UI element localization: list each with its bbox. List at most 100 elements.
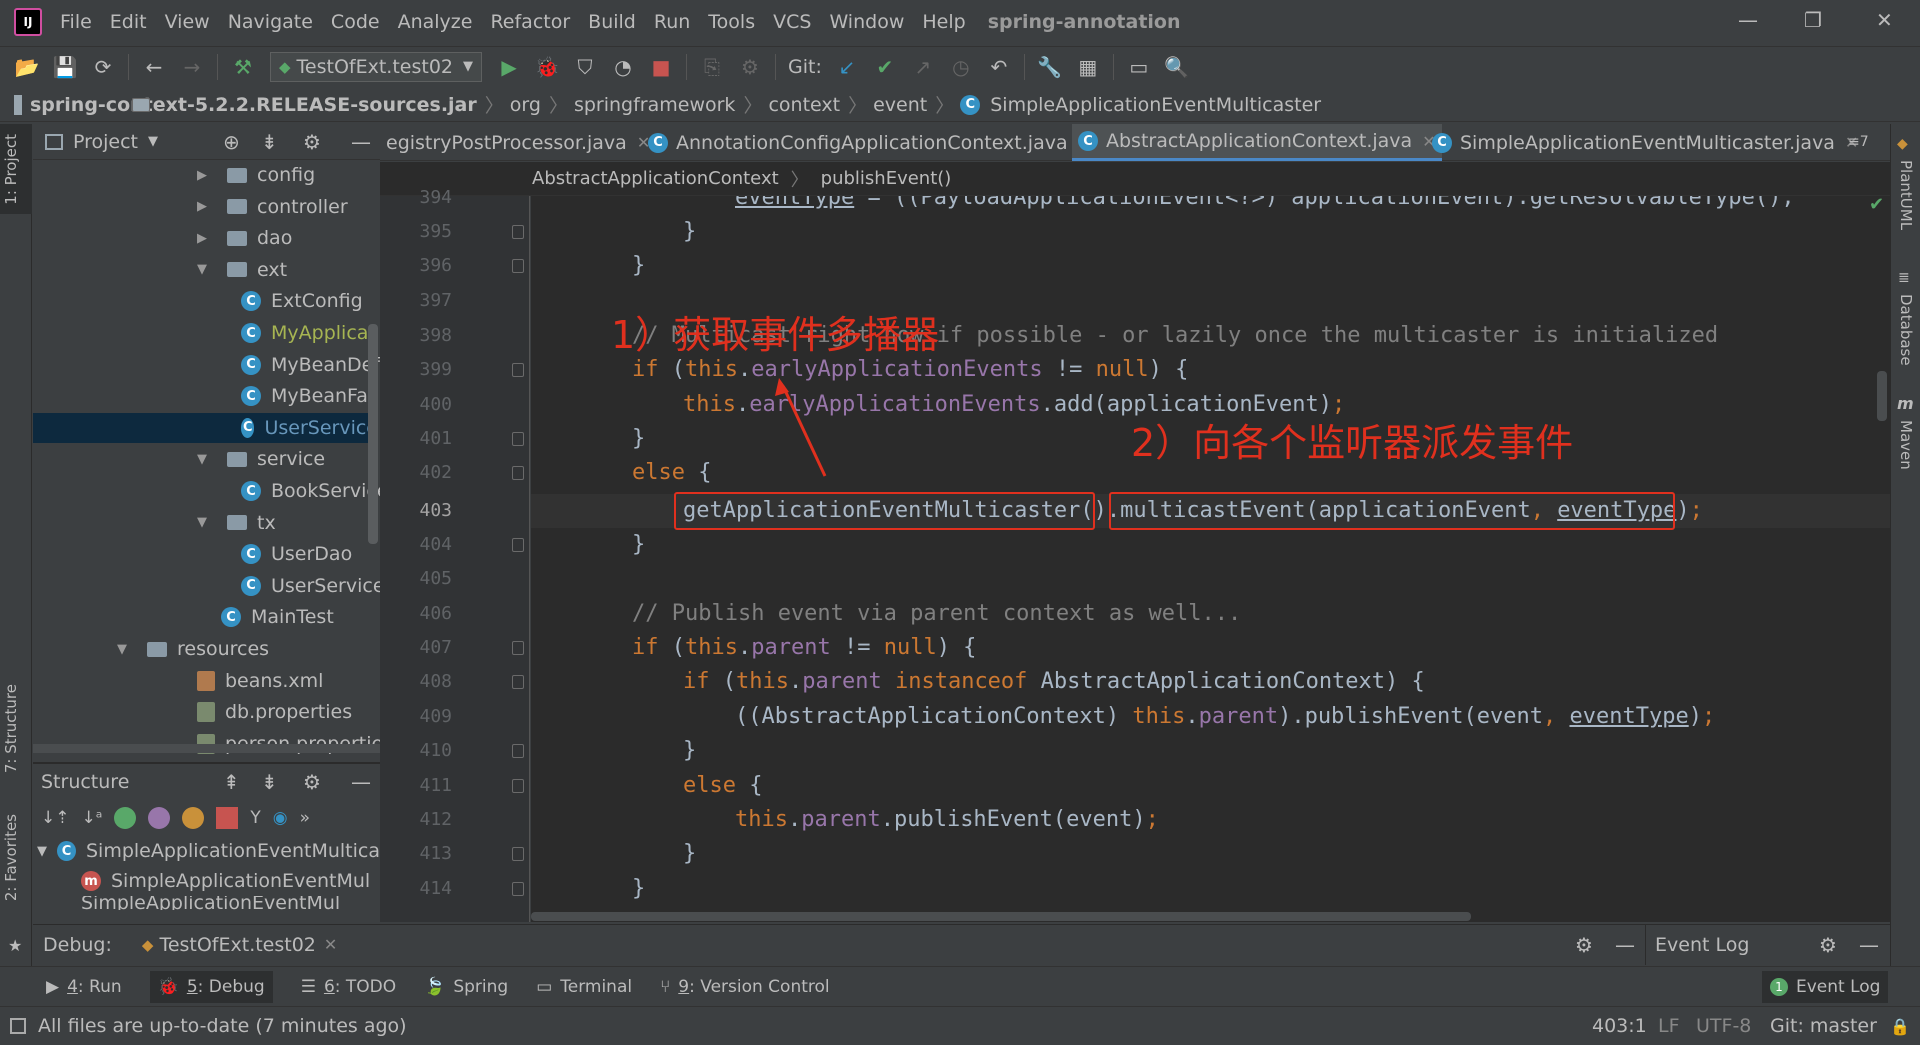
tab-registry-post-processor[interactable]: egistryPostProcessor.java ✕	[380, 124, 656, 161]
build-hammer-icon[interactable]: ⚒	[229, 53, 257, 81]
fold-marker-icon[interactable]	[512, 641, 524, 655]
tree-item[interactable]: C MyBeanFac	[241, 381, 378, 411]
structure-item[interactable]: m SimpleApplicationEventMul	[33, 866, 380, 896]
restore-icon[interactable]: ❐	[1804, 8, 1822, 32]
fold-marker-icon[interactable]	[512, 847, 524, 861]
structure-item[interactable]: ▼ C SimpleApplicationEventMultica	[33, 836, 380, 866]
menu-vcs[interactable]: VCS	[773, 11, 811, 33]
hide-icon[interactable]: —	[1615, 933, 1635, 957]
close-icon[interactable]: ✕	[324, 935, 337, 954]
tab-simple-application-event-multicaster[interactable]: C SimpleApplicationEventMulticaster.java…	[1426, 124, 1864, 161]
tool-spring[interactable]: 🍃 Spring	[424, 977, 508, 997]
run-config-select[interactable]: ◆ TestOfExt.test02 ▼	[270, 51, 483, 82]
code-h-scrollbar[interactable]	[531, 912, 1471, 921]
tree-item[interactable]: C UserService	[241, 571, 385, 601]
sort-alpha-icon[interactable]: ↓ᵃ	[82, 808, 103, 828]
chevron-right-icon[interactable]: ▶	[197, 199, 211, 214]
menu-refactor[interactable]: Refactor	[490, 11, 570, 33]
fold-marker-icon[interactable]	[512, 779, 524, 793]
history-icon[interactable]: ◷	[947, 53, 975, 81]
menu-tools[interactable]: Tools	[708, 11, 755, 33]
chevron-right-icon[interactable]: ▶	[197, 168, 211, 183]
tree-item[interactable]: ▶ config	[197, 160, 315, 190]
git-branch[interactable]: Git: master	[1770, 1015, 1877, 1037]
panel-toggle-icon[interactable]	[10, 1018, 26, 1034]
chevron-right-icon[interactable]: ▶	[197, 231, 211, 246]
tree-item[interactable]: ▼ ext	[197, 255, 287, 285]
tree-item[interactable]: ▶ controller	[197, 192, 348, 222]
event-log-button[interactable]: 1 Event Log	[1762, 970, 1889, 1003]
tree-item[interactable]: db.properties	[197, 697, 352, 727]
breadcrumb-class[interactable]: AbstractApplicationContext	[532, 168, 779, 189]
tree-item[interactable]: C MyBeanDef	[241, 350, 380, 380]
code-v-scrollbar[interactable]	[1877, 371, 1887, 421]
tab-annotation-config-application-context[interactable]: C AnnotationConfigApplicationContext.jav…	[642, 124, 1097, 161]
breadcrumb-method[interactable]: publishEvent()	[821, 168, 952, 189]
structure-item[interactable]: SimpleApplicationEventMul	[33, 896, 380, 910]
file-encoding[interactable]: UTF-8	[1696, 1015, 1751, 1037]
database-tool-tab[interactable]: Database	[1897, 294, 1915, 366]
gear-icon[interactable]: ⚙	[303, 130, 321, 154]
line-separator[interactable]: LF	[1658, 1015, 1680, 1037]
tool-todo[interactable]: ☰ 6: TODO	[301, 977, 396, 997]
fold-marker-icon[interactable]	[512, 225, 524, 239]
hide-icon[interactable]: —	[351, 770, 371, 794]
chevron-down-icon[interactable]: ▼	[117, 642, 131, 657]
tree-item[interactable]: ▼ tx	[197, 508, 276, 538]
fold-marker-icon[interactable]	[512, 432, 524, 446]
collapse-all-icon[interactable]: ⇟	[261, 770, 278, 794]
menu-help[interactable]: Help	[922, 11, 965, 33]
menu-analyze[interactable]: Analyze	[398, 11, 473, 33]
anonymous-classes-icon[interactable]: ◉	[273, 808, 288, 828]
collapse-all-icon[interactable]: ⇟	[261, 130, 278, 154]
tool-run[interactable]: ▶ 4: Run	[46, 977, 122, 997]
sort-visibility-icon[interactable]: ↓⇡	[41, 808, 70, 828]
tab-overflow-button[interactable]: ≡7	[1848, 134, 1869, 150]
tree-h-scrollbar[interactable]	[33, 744, 380, 753]
show-inherited-icon[interactable]	[114, 807, 137, 829]
more-icon[interactable]: »	[300, 808, 310, 828]
tree-scrollbar[interactable]	[368, 324, 378, 544]
crumb-org[interactable]: org	[132, 94, 541, 116]
favorites-tool-tab[interactable]: 2: Favorites	[2, 814, 20, 901]
show-properties-icon[interactable]	[148, 807, 171, 829]
debug-session-tab[interactable]: ◆ TestOfExt.test02 ✕	[142, 934, 337, 956]
crumb-context[interactable]: context	[132, 94, 840, 116]
project-structure-icon[interactable]: ▦	[1074, 53, 1102, 81]
rollback-icon[interactable]: ↶	[985, 53, 1013, 81]
fold-marker-icon[interactable]	[512, 259, 524, 273]
tree-item[interactable]: C BookService	[241, 476, 389, 506]
lock-icon[interactable]: 🔒	[1890, 1017, 1910, 1036]
tree-item[interactable]: ▶ dao	[197, 223, 292, 253]
gear-icon[interactable]: ⚙	[303, 770, 321, 794]
menu-file[interactable]: File	[60, 11, 92, 33]
chevron-down-icon[interactable]: ▼	[148, 134, 158, 149]
tree-item[interactable]: beans.xml	[197, 666, 323, 696]
terminal-icon[interactable]: ▭	[1125, 53, 1153, 81]
crumb-event[interactable]: event	[132, 94, 927, 116]
menu-view[interactable]: View	[165, 11, 210, 33]
maven-tool-tab[interactable]: Maven	[1897, 420, 1915, 470]
code-area[interactable]: eventType = ((PayloadApplicationEvent<?>…	[531, 196, 1890, 922]
run-icon[interactable]: ▶	[495, 53, 523, 81]
fold-marker-icon[interactable]	[512, 538, 524, 552]
save-icon[interactable]: 💾	[51, 53, 79, 81]
forward-icon[interactable]: →	[178, 53, 206, 81]
sync-icon[interactable]: ⟳	[89, 53, 117, 81]
chevron-down-icon[interactable]: ▼	[197, 452, 211, 467]
fold-marker-icon[interactable]	[512, 363, 524, 377]
tree-item[interactable]: C ExtConfig	[241, 286, 363, 316]
search-icon[interactable]: 🔍	[1163, 53, 1191, 81]
menu-edit[interactable]: Edit	[110, 11, 147, 33]
minimize-icon[interactable]: —	[1738, 8, 1758, 32]
tree-item[interactable]: ▼ resources	[117, 634, 269, 664]
expand-all-icon[interactable]: ⇞	[223, 770, 240, 794]
tool-debug[interactable]: 🐞 5: Debug	[149, 970, 273, 1003]
menu-run[interactable]: Run	[654, 11, 690, 33]
tree-item[interactable]: ▼ service	[197, 444, 325, 474]
stop-icon[interactable]: ■	[647, 53, 675, 81]
chevron-down-icon[interactable]: ▼	[197, 262, 211, 277]
dump-icon[interactable]: ⚙	[736, 53, 764, 81]
tree-item[interactable]: C UserService	[33, 412, 378, 443]
chevron-down-icon[interactable]: ▼	[197, 515, 211, 530]
